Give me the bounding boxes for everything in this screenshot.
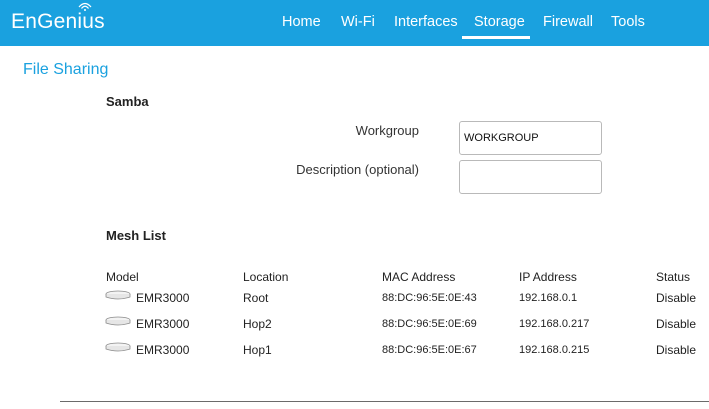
row-model: EMR3000 xyxy=(136,317,190,331)
nav-active-underline xyxy=(462,36,530,39)
brand-logo[interactable]: EnGenius xyxy=(11,2,105,36)
row-ip-address: 192.168.0.1 xyxy=(519,292,578,304)
nav-storage[interactable]: Storage xyxy=(474,14,525,30)
row-ip-address: 192.168.0.217 xyxy=(519,318,590,330)
row-model: EMR3000 xyxy=(136,291,190,305)
nav-interfaces[interactable]: Interfaces xyxy=(394,14,458,30)
column-header-status: Status xyxy=(656,270,691,284)
row-status: Disable xyxy=(656,291,697,305)
top-navigation-bar: EnGenius Home Wi-Fi Interfaces Storage F… xyxy=(0,0,709,46)
column-header-ip-address: IP Address xyxy=(519,270,577,284)
workgroup-label: Workgroup xyxy=(355,123,419,138)
row-status: Disable xyxy=(656,317,697,331)
wifi-arc-icon xyxy=(78,2,92,11)
router-device-icon xyxy=(105,290,131,300)
row-location: Root xyxy=(243,291,269,305)
nav-home[interactable]: Home xyxy=(282,14,321,30)
row-ip-address: 192.168.0.215 xyxy=(519,344,590,356)
footer-divider xyxy=(60,401,709,402)
row-location: Hop2 xyxy=(243,317,272,331)
column-header-mac-address: MAC Address xyxy=(382,270,456,284)
row-mac-address: 88:DC:96:5E:0E:67 xyxy=(382,344,477,356)
nav-wifi[interactable]: Wi-Fi xyxy=(341,14,375,30)
router-device-icon xyxy=(105,342,131,352)
router-device-icon xyxy=(105,316,131,326)
row-status: Disable xyxy=(656,343,697,357)
brand-logo-text: EnGenius xyxy=(11,10,105,33)
row-location: Hop1 xyxy=(243,343,272,357)
samba-section-title: Samba xyxy=(106,94,149,109)
nav-tools[interactable]: Tools xyxy=(611,14,645,30)
page-title: File Sharing xyxy=(23,61,109,78)
description-input[interactable] xyxy=(459,160,602,194)
nav-firewall[interactable]: Firewall xyxy=(543,14,593,30)
row-mac-address: 88:DC:96:5E:0E:43 xyxy=(382,292,477,304)
row-mac-address: 88:DC:96:5E:0E:69 xyxy=(382,318,477,330)
mesh-list-section-title: Mesh List xyxy=(106,228,166,243)
description-label: Description (optional) xyxy=(296,162,419,177)
column-header-location: Location xyxy=(243,270,289,284)
workgroup-input[interactable] xyxy=(459,121,602,155)
row-model: EMR3000 xyxy=(136,343,190,357)
column-header-model: Model xyxy=(106,270,139,284)
